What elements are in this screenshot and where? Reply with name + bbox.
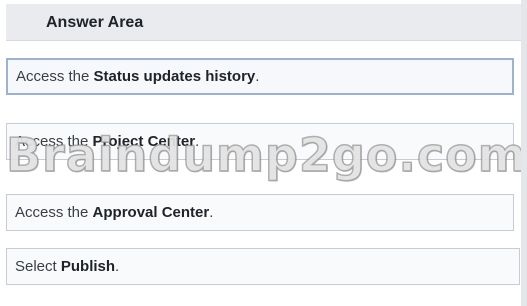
- answer-area: Answer Area Access the Status updates hi…: [0, 0, 527, 306]
- answer-area-header: Answer Area: [6, 4, 521, 41]
- answer-item-approval-center[interactable]: Access the Approval Center.: [6, 194, 514, 231]
- window-edge: [521, 0, 527, 306]
- answer-item-publish[interactable]: Select Publish.: [6, 248, 520, 285]
- answer-item-label: Access the Approval Center.: [15, 204, 214, 221]
- answer-item-label: Select Publish.: [15, 258, 120, 275]
- answer-item-project-center[interactable]: Access the Project Center.: [6, 123, 514, 160]
- answer-area-title: Answer Area: [46, 14, 144, 31]
- answer-item-label: Access the Project Center.: [15, 133, 200, 150]
- answer-item-label: Access the Status updates history.: [16, 68, 260, 85]
- answer-item-status-updates-history[interactable]: Access the Status updates history.: [6, 58, 514, 95]
